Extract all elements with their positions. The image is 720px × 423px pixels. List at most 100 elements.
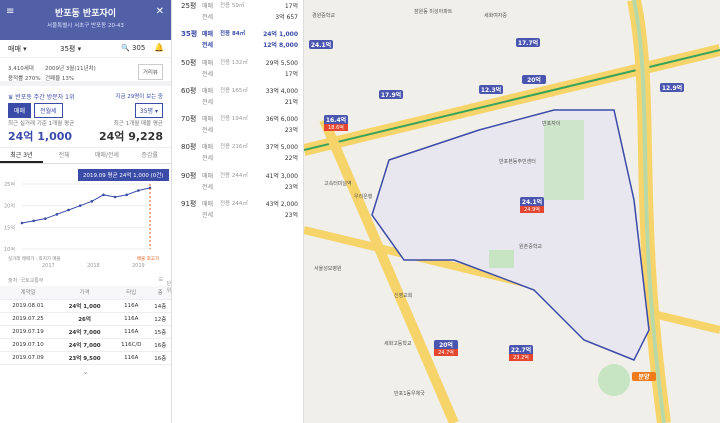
table-cell: 15층 [149,325,171,339]
photo-count[interactable]: 🔍 305 [121,44,145,52]
close-icon[interactable]: ✕ [156,6,164,17]
price-row[interactable]: 35평 매매 전용 84㎡ 전세 24억 1,000 12억 8,000 [172,28,303,56]
price-summary: ♛ 반포동 주간 방문자 1위 지금 29명이 보는 중 매매 전월세 35평 … [0,86,171,148]
price-row[interactable]: 80평 매매 전용 216㎡ 전세 37억 5,000 22억 [172,141,303,169]
price-row[interactable]: 60평 매매 전용 165㎡ 전세 33억 4,000 21억 [172,85,303,113]
map-view[interactable]: 24.1억 16.4억 18.6억 17.9억 12.3억 17.7억 20억 24.1억 24… [304,0,720,423]
price-marker[interactable]: 17.9억 [379,90,403,99]
table-cell: 2019.07.19 [0,325,57,339]
price-row[interactable]: 25평 매매 전용 59㎡ 전세 17억 3억 657 [172,0,303,28]
table-row: 2019.07.25 26억 116A 12층 [0,312,171,326]
area: 전용 59㎡ [220,3,245,9]
listing-price: 24억 9,228 [98,130,163,143]
pyeong: 60평 [181,86,197,95]
table-header-info: 출처: 국토교통부 ☰ 단위 [0,274,171,294]
table-cell: 116A [113,299,150,313]
expand-chevron-icon[interactable]: ⌄ [0,368,171,376]
price-marker[interactable]: 16.4억 18.6억 [324,115,348,131]
price-marker[interactable]: 12.9억 [660,83,684,92]
col-type: 타입 [113,286,150,300]
table-cell: 24억 7,000 [56,338,114,352]
listing-label: 최근 1개월 매물 평균 [113,121,163,127]
chart-legend-max: 매물 최고가 [136,257,159,262]
sale-label: 매매 [202,201,214,209]
price-marker[interactable]: 20억 [522,75,546,84]
units: 3,410세대 [8,66,34,72]
y-tick-label: 20억 [4,203,15,210]
chart-tooltip: 2019.09 평균 24억 1,000 (0건) [78,169,169,181]
chart-legend: 실거래 매매가 · 최저가 매물 [8,257,61,262]
price-marker[interactable]: 24.1억 24.9억 [520,197,544,213]
tab-all[interactable]: 전체 [43,148,86,163]
price-row[interactable]: 50평 매매 전용 132㎡ 전세 29억 5,500 17억 [172,57,303,85]
area: 전용 244㎡ [220,201,248,208]
map-label: 반포본동주민센터 [499,159,536,165]
rent-price: 23억 [284,127,298,135]
page-title: 반포동 반포자이 [54,9,117,19]
price-marker[interactable]: 22.7억 23.2억 [509,345,533,361]
size-select[interactable]: 35평 ▾ [60,44,81,54]
header: ≡ 반포동 반포자이 서울특별시 서초구 반포동 20-43 ✕ [0,0,171,40]
pyeong: 80평 [181,143,197,152]
pyeong: 25평 [181,2,197,10]
sale-label: 매매 [202,59,214,67]
col-date: 계약일 [0,286,57,300]
y-tick-label: 15억 [4,224,15,231]
tab-sale[interactable]: 매매 [8,103,32,118]
pyeong: 90평 [181,171,197,180]
table-row: 2019.08.01 24억 1,000 116A 14층 [0,299,171,313]
sale-price: 17억 [284,3,298,10]
selector-bar: 매매 ▾ 35평 ▾ 🔍 305 🔔 [0,40,171,58]
rent-label: 전세 [202,98,214,106]
x-tick-label: 2018 [87,263,100,269]
tab-rent[interactable]: 전월세 [34,103,63,118]
sale-price: 33억 4,000 [265,87,298,95]
table-cell: 16층 [149,351,171,365]
map-label: 원촌중학교 [519,244,543,250]
price-row[interactable]: 91평 매매 전용 244㎡ 전세 43억 2,000 23억 [172,198,303,226]
source: 출처: 국토교통부 [8,278,44,284]
y-tick-label: 10억 [4,246,15,253]
map-label: 경원중학교 [312,13,336,19]
table-cell: 16층 [149,338,171,352]
pyeong: 50평 [181,58,197,67]
price-marker[interactable]: 24.1억 [309,40,333,49]
sale-price: 24억 1,000 [263,31,298,39]
table-cell: 24억 7,000 [56,325,114,339]
street-view-button[interactable]: 거리뷰 [137,64,163,80]
sale-price: 36억 6,000 [265,116,298,124]
tab-sale-rent[interactable]: 매매/전세 [86,148,129,163]
table-row: 2019.07.19 24억 7,000 116A 15층 [0,325,171,339]
price-marker[interactable]: 12.3억 [479,85,503,94]
area: 전용 84㎡ [220,31,246,38]
chart-tabs: 최근 3년 전체 매매/전세 증감률 [0,148,171,164]
table-cell: 2019.07.10 [0,338,57,352]
unit-toggle[interactable]: ☰ 단위 [159,277,171,294]
price-row[interactable]: 90평 매매 전용 244㎡ 전세 41억 3,000 23억 [172,170,303,198]
sale-price: 43억 2,000 [265,201,298,209]
rent-label: 전세 [202,127,214,135]
pyeong: 70평 [181,115,197,124]
building-info: 3,410세대 2009년 3월(11년차) 용적률 270% 건폐율 13% … [0,58,171,86]
table-row: 2019.07.10 24억 7,000 116C/D 16층 [0,338,171,352]
sale-label: 매매 [202,116,214,124]
price-row[interactable]: 70평 매매 전용 194㎡ 전세 36억 6,000 23억 [172,113,303,141]
tab-change[interactable]: 증감률 [128,148,171,163]
size-dropdown[interactable]: 35평 ▾ [134,103,163,118]
pyeong: 91평 [181,200,197,209]
viewer-count: 지금 29명이 보는 중 [115,94,163,100]
rent-price: 17억 [284,70,298,78]
deal-select[interactable]: 매매 ▾ [8,44,27,54]
x-tick-label: 2017 [42,263,55,269]
rent-label: 전세 [202,14,214,21]
price-marker[interactable]: 분양 [632,372,656,381]
rent-price: 22억 [284,155,298,163]
bell-icon[interactable]: 🔔 [154,43,164,52]
map-label: 반포1동우체국 [394,391,425,397]
price-marker[interactable]: 20억 24.7억 [434,340,458,356]
table-cell: 2019.07.09 [0,351,57,365]
bcr: 건폐율 13% [45,76,75,82]
price-marker[interactable]: 17.7억 [516,38,540,47]
tab-3years[interactable]: 최근 3년 [0,148,43,163]
map-label: 잠원동 미성아파트 [414,9,453,15]
